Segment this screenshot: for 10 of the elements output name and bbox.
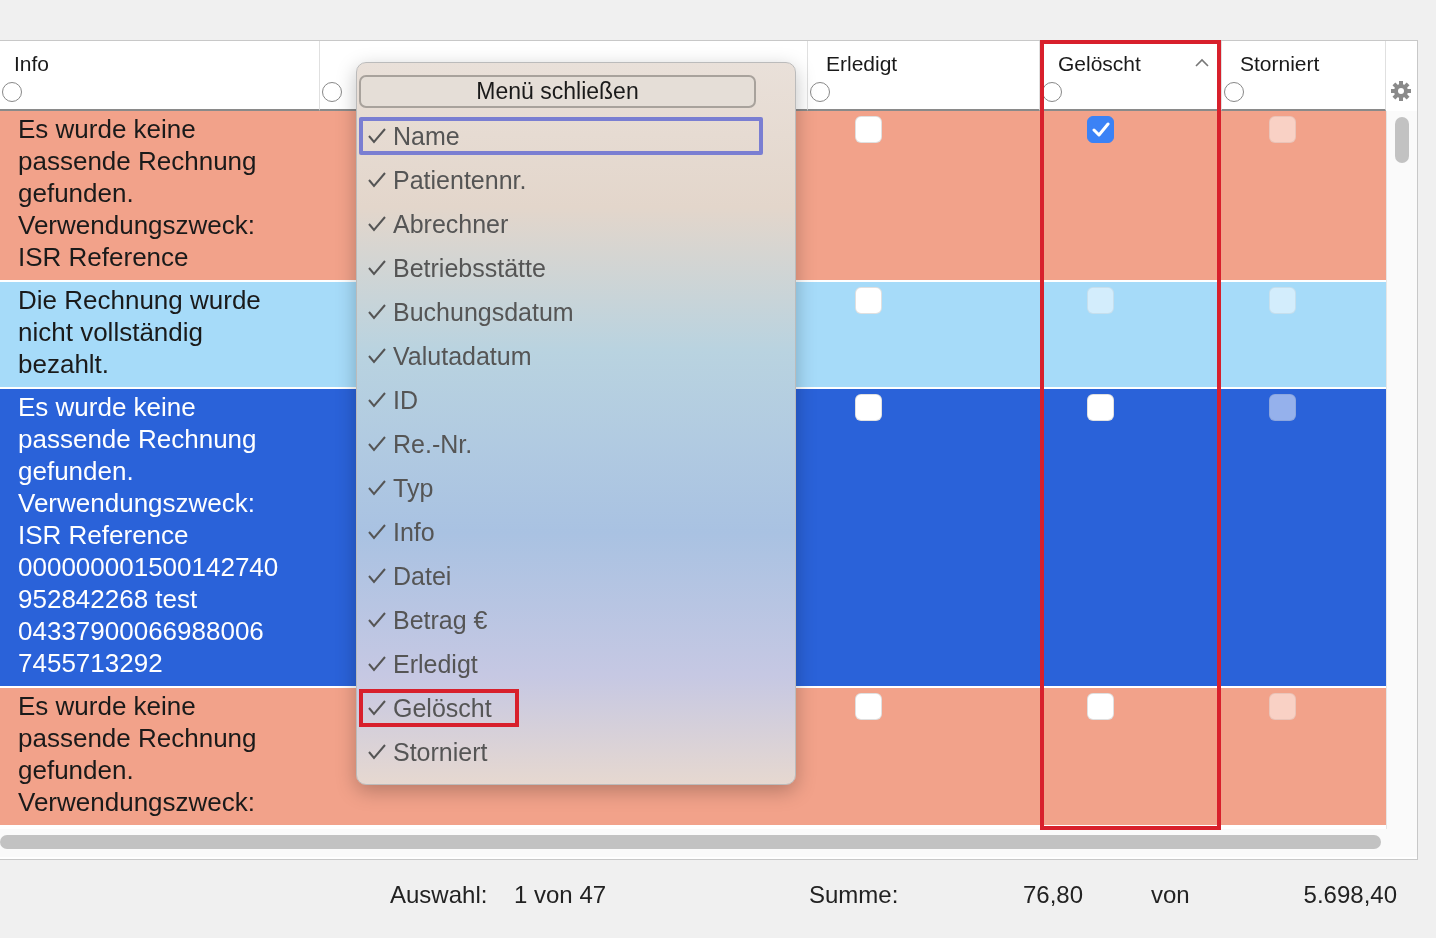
sum-label: Summe: xyxy=(809,881,899,909)
of-label: von xyxy=(1151,881,1190,909)
selection-count: 1 von 47 xyxy=(514,881,607,909)
table-cell-text: Es wurde keine passende Rechnung gefunden. Verwendungszweck: xyxy=(18,690,258,818)
table-cell-text: Die Rechnung wurde nicht vollständig bezahlt. xyxy=(18,284,262,380)
selection-label: Auswahl: xyxy=(390,881,488,909)
table-cell-text: Es wurde keine passende Rechnung gefunden. Verwendungszweck: ISR Reference 000000001500142740 952842268 test 04337900066988006 7455713292 xyxy=(18,391,280,679)
sum-value: 76,80 xyxy=(1022,881,1083,909)
total-value: 5.698,40 xyxy=(1303,881,1397,909)
table-cell-text: Es wurde keine passende Rechnung gefunden. Verwendungszweck: ISR Reference xyxy=(18,113,258,273)
